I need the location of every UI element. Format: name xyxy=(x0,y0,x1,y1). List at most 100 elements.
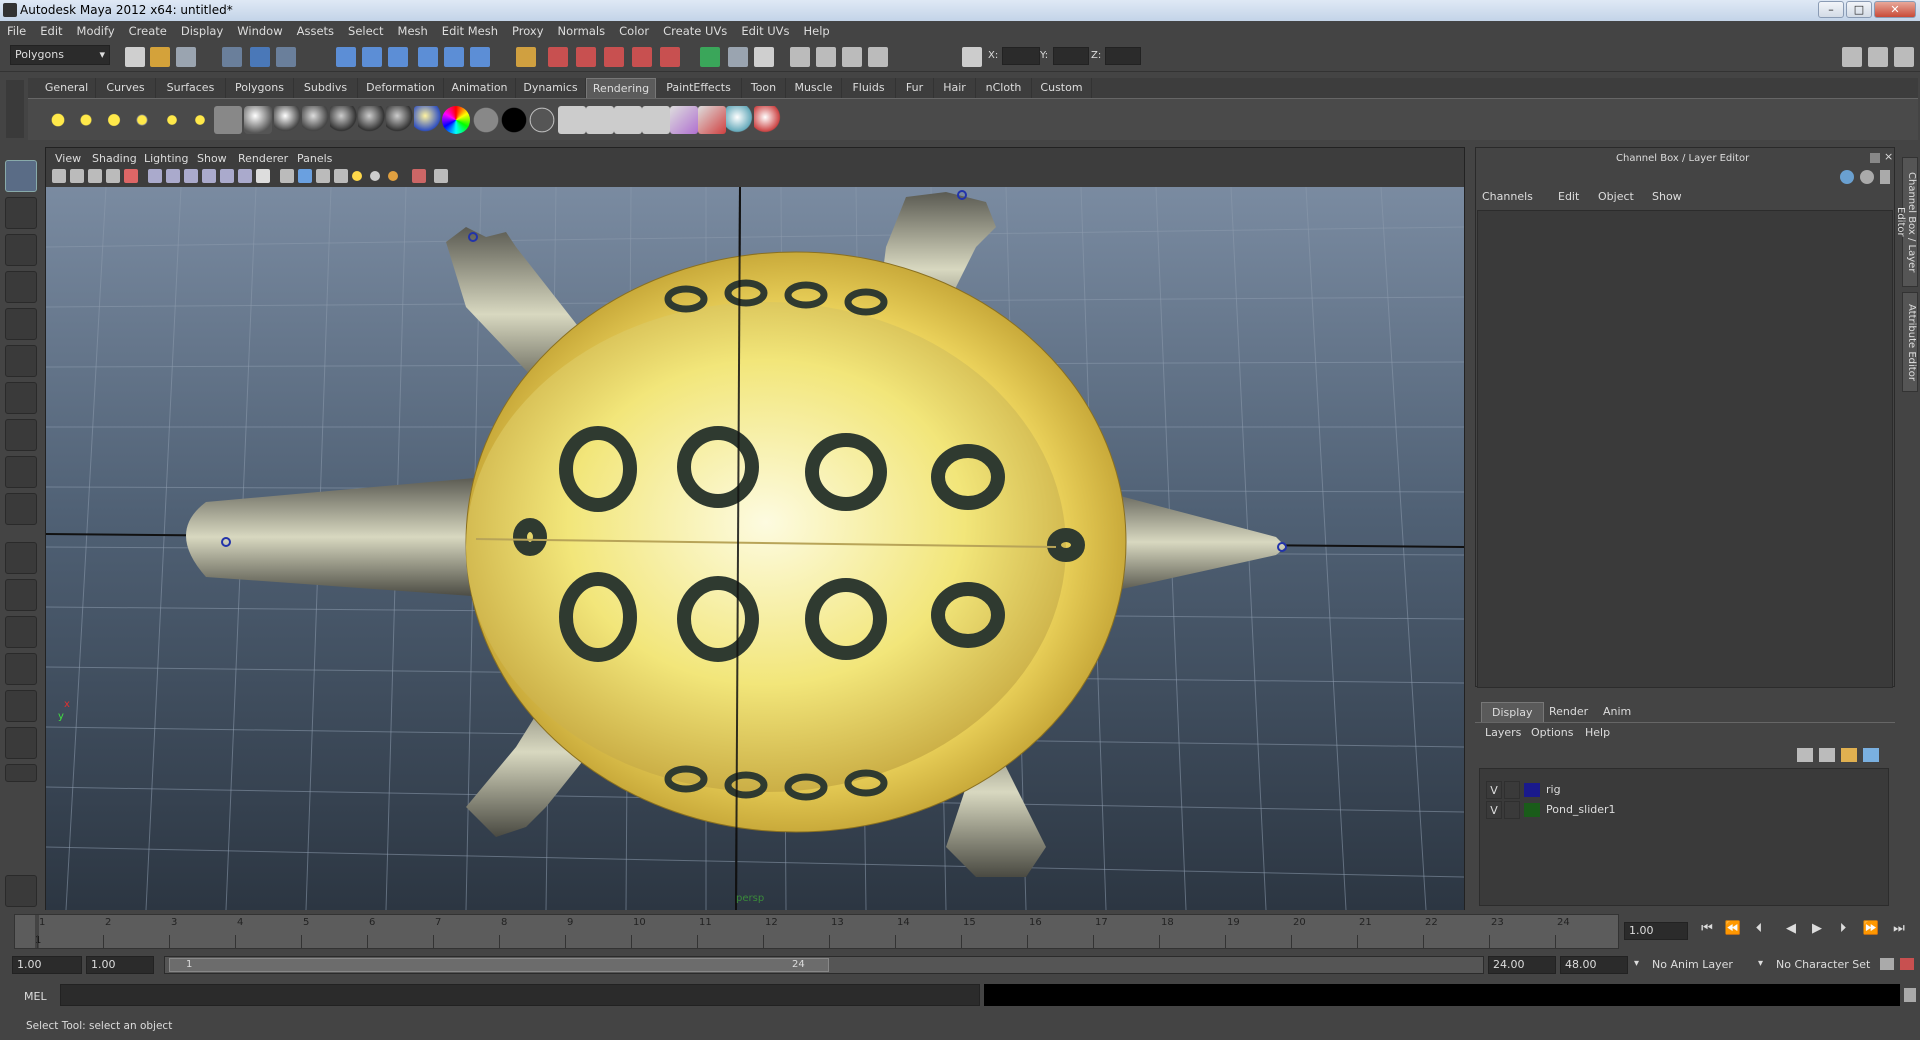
toggle-channel-box-icon[interactable] xyxy=(1894,47,1914,67)
shelf-tab-ncloth[interactable]: nCloth xyxy=(976,78,1032,98)
layout-options-icon[interactable] xyxy=(5,764,37,782)
current-time-field[interactable]: 1.00 xyxy=(1624,922,1688,940)
step-back-key-icon[interactable]: ⏪ xyxy=(1724,920,1742,938)
layer-playback-toggle[interactable] xyxy=(1504,781,1520,799)
paint-texture-icon[interactable] xyxy=(754,106,782,134)
phong-e-icon[interactable] xyxy=(330,106,358,134)
auto-key-icon[interactable] xyxy=(1880,958,1894,970)
wireframe-on-shaded-icon[interactable] xyxy=(202,169,216,183)
layout-2-icon[interactable] xyxy=(816,47,836,67)
menu-proxy[interactable]: Proxy xyxy=(505,21,551,42)
step-forward-frame-icon[interactable]: ⏵ xyxy=(1834,920,1852,938)
outliner-persp-layout-icon[interactable] xyxy=(5,616,37,648)
ramp-shader-icon[interactable] xyxy=(414,106,442,134)
float-panel-icon[interactable] xyxy=(1870,153,1880,163)
shelf-tab-polygons[interactable]: Polygons xyxy=(226,78,294,98)
viewport-menu-show[interactable]: Show xyxy=(197,152,227,165)
layer-visibility-toggle[interactable]: V xyxy=(1486,781,1502,799)
phong-icon[interactable] xyxy=(302,106,330,134)
all-lights-icon[interactable] xyxy=(298,169,312,183)
rotate-tool-icon[interactable] xyxy=(5,308,37,340)
layer-tab-anim[interactable]: Anim xyxy=(1593,702,1641,722)
move-layer-up-icon[interactable] xyxy=(1797,748,1813,762)
ocean-shader-icon[interactable] xyxy=(442,106,470,134)
maximize-button[interactable]: □ xyxy=(1846,1,1872,18)
play-backwards-icon[interactable]: ◀ xyxy=(1782,920,1800,938)
layout-icon[interactable] xyxy=(790,47,810,67)
grid-toggle-icon[interactable] xyxy=(148,169,162,183)
single-perspective-layout-icon[interactable] xyxy=(5,542,37,574)
layer-playback-toggle[interactable] xyxy=(1504,801,1520,819)
step-back-frame-icon[interactable]: ⏴ xyxy=(1750,920,1768,938)
point-light-icon[interactable] xyxy=(100,106,128,134)
menu-mesh[interactable]: Mesh xyxy=(391,21,435,42)
anisotropic-icon[interactable] xyxy=(358,106,386,134)
end-time-field[interactable]: 48.00 xyxy=(1560,956,1628,974)
menu-modify[interactable]: Modify xyxy=(70,21,122,42)
command-language-label[interactable]: MEL xyxy=(24,990,47,1003)
minimize-button[interactable]: – xyxy=(1818,1,1844,18)
layer-menu-help[interactable]: Help xyxy=(1585,726,1610,739)
show-manipulator-icon[interactable] xyxy=(5,456,37,488)
shelf-tab-toon[interactable]: Toon xyxy=(742,78,786,98)
shelf-tab-muscle[interactable]: Muscle xyxy=(786,78,842,98)
viewport-menu-view[interactable]: View xyxy=(55,152,81,165)
select-camera-icon[interactable] xyxy=(52,169,66,183)
image-plane-icon[interactable] xyxy=(106,169,120,183)
character-set-select[interactable]: No Character Set xyxy=(1776,958,1870,971)
render-settings-icon[interactable] xyxy=(604,47,624,67)
select-object-icon[interactable] xyxy=(250,47,270,67)
snap-grid-icon[interactable] xyxy=(362,47,382,67)
scale-tool-icon[interactable] xyxy=(5,345,37,377)
snap-plane-icon[interactable] xyxy=(444,47,464,67)
shelf-tab-dynamics[interactable]: Dynamics xyxy=(516,78,586,98)
smooth-shade-icon[interactable] xyxy=(184,169,198,183)
shelf-tab-deformation[interactable]: Deformation xyxy=(358,78,444,98)
playback-start-field[interactable]: 1.00 xyxy=(86,956,154,974)
mental-ray-icon[interactable] xyxy=(726,106,754,134)
anim-layer-chevron-icon[interactable]: ▾ xyxy=(1634,958,1639,969)
y-field[interactable] xyxy=(1053,47,1089,65)
shelf-tab-painteffects[interactable]: PaintEffects xyxy=(656,78,742,98)
channel-box-mode-icon[interactable] xyxy=(1860,170,1874,184)
shelf-tab-custom[interactable]: Custom xyxy=(1032,78,1092,98)
spot-light-icon[interactable] xyxy=(128,106,156,134)
menu-normals[interactable]: Normals xyxy=(551,21,613,42)
channel-box-menu-channels[interactable]: Channels xyxy=(1482,190,1533,203)
construction-history-icon[interactable] xyxy=(728,47,748,67)
save-scene-icon[interactable] xyxy=(176,47,196,67)
menu-select[interactable]: Select xyxy=(341,21,390,42)
quick-layout-icon[interactable] xyxy=(5,875,37,907)
ambient-occlusion-icon[interactable] xyxy=(370,171,380,181)
layout-3-icon[interactable] xyxy=(842,47,862,67)
layer-row-pond-slider[interactable]: V Pond_slider1 xyxy=(1486,801,1886,819)
hypershade-shelf-icon[interactable] xyxy=(670,106,698,134)
layer-color-swatch[interactable] xyxy=(1524,803,1540,817)
lasso-tool-icon[interactable] xyxy=(5,197,37,229)
bookmark-icon[interactable] xyxy=(88,169,102,183)
step-forward-key-icon[interactable]: ⏩ xyxy=(1862,920,1880,938)
close-button[interactable]: ✕ xyxy=(1874,1,1916,18)
animation-preferences-icon[interactable] xyxy=(1900,958,1914,970)
character-set-chevron-icon[interactable]: ▾ xyxy=(1758,958,1763,969)
menu-edit[interactable]: Edit xyxy=(33,21,69,42)
area-light-icon[interactable] xyxy=(158,106,186,134)
layout-4-icon[interactable] xyxy=(868,47,888,67)
menu-edit-uvs[interactable]: Edit UVs xyxy=(734,21,796,42)
surface-shader-icon[interactable] xyxy=(472,106,500,134)
snap-point-icon[interactable] xyxy=(418,47,438,67)
x-field[interactable] xyxy=(1002,47,1040,65)
batch-render-icon[interactable] xyxy=(698,106,726,134)
render-current-icon[interactable] xyxy=(548,47,568,67)
anim-layer-select[interactable]: No Anim Layer xyxy=(1652,958,1733,971)
select-component-icon[interactable] xyxy=(276,47,296,67)
menu-help[interactable]: Help xyxy=(797,21,837,42)
safe-action-icon[interactable] xyxy=(434,169,448,183)
open-scene-icon[interactable] xyxy=(150,47,170,67)
ipr-render-shelf-icon[interactable] xyxy=(586,106,614,134)
shelf-tab-fluids[interactable]: Fluids xyxy=(842,78,896,98)
channel-box-display-icon[interactable] xyxy=(1840,170,1854,184)
shelf-tab-surfaces[interactable]: Surfaces xyxy=(156,78,226,98)
lambert-icon[interactable] xyxy=(244,106,272,134)
channel-box-menu-edit[interactable]: Edit xyxy=(1558,190,1579,203)
